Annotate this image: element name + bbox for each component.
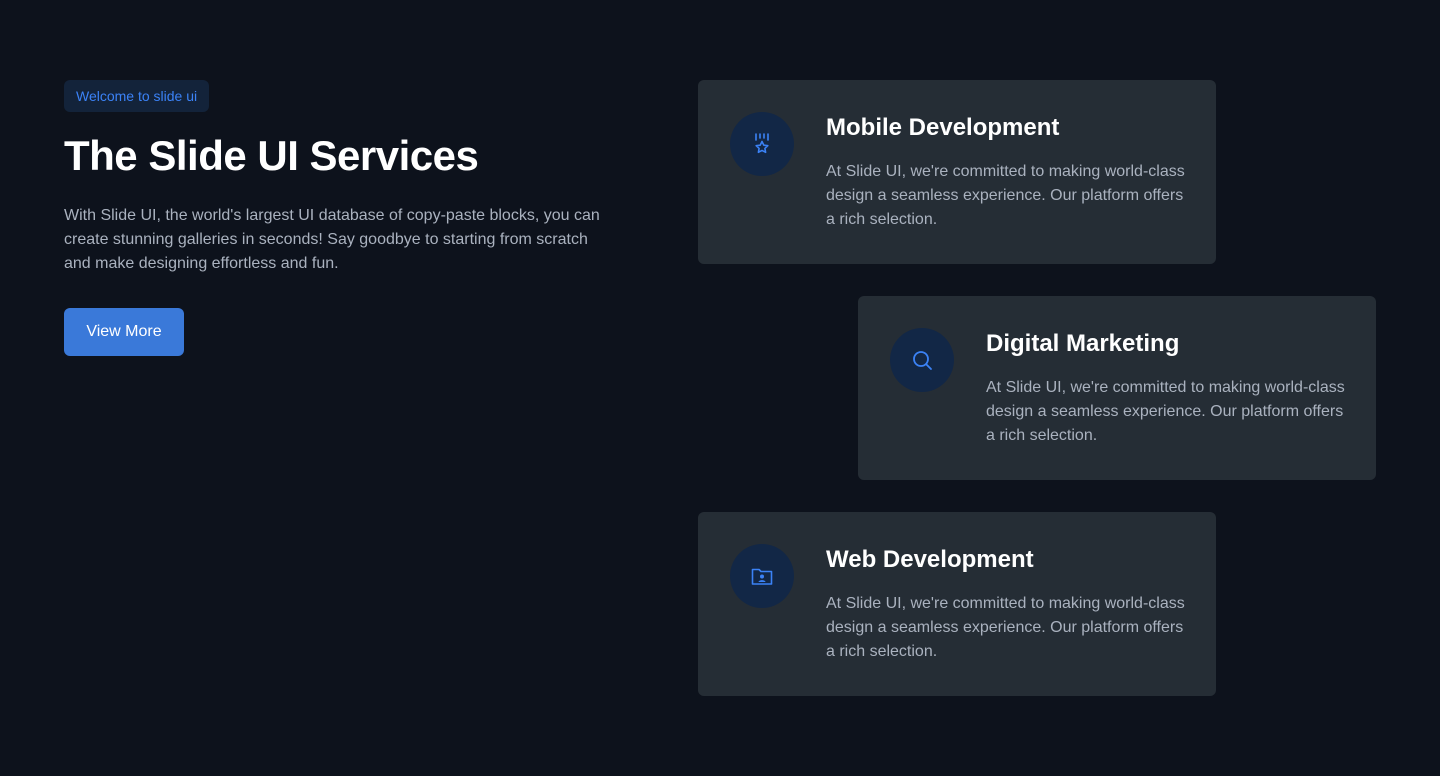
- service-title: Web Development: [826, 546, 1034, 573]
- services-section: Welcome to slide ui The Slide UI Service…: [0, 0, 1440, 776]
- icon-circle: [730, 112, 794, 176]
- service-description: At Slide UI, we're committed to making w…: [826, 163, 1185, 228]
- service-title: Digital Marketing: [986, 330, 1180, 357]
- view-more-button[interactable]: View More: [64, 308, 184, 356]
- service-card-digital-marketing[interactable]: Digital Marketing At Slide UI, we're com…: [858, 296, 1376, 480]
- service-description: At Slide UI, we're committed to making w…: [826, 595, 1185, 660]
- intro-block: Welcome to slide ui The Slide UI Service…: [64, 80, 624, 356]
- service-description: At Slide UI, we're committed to making w…: [986, 379, 1345, 444]
- service-title: Mobile Development: [826, 114, 1060, 141]
- search-icon: [911, 349, 933, 371]
- service-card-mobile-development[interactable]: Mobile Development At Slide UI, we're co…: [698, 80, 1216, 264]
- welcome-badge: Welcome to slide ui: [64, 80, 210, 112]
- icon-circle: [730, 544, 794, 608]
- intro-description: With Slide UI, the world's largest UI da…: [64, 207, 600, 272]
- page-title: The Slide UI Services: [64, 132, 479, 179]
- icon-circle: [890, 328, 954, 392]
- folder-user-icon: [751, 566, 773, 586]
- service-card-web-development[interactable]: Web Development At Slide UI, we're commi…: [698, 512, 1216, 696]
- medal-icon: [752, 133, 772, 155]
